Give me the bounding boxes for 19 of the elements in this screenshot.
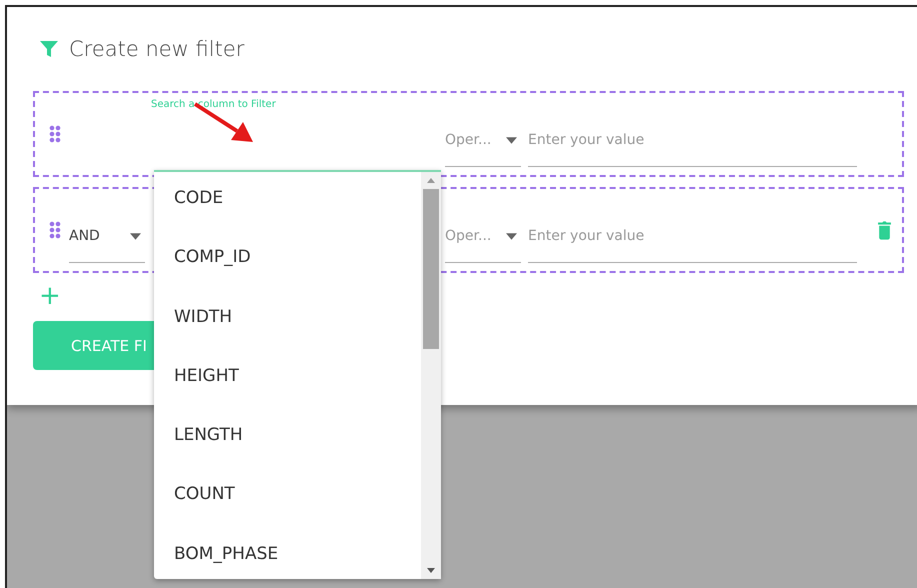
- caret-icon: [506, 137, 517, 144]
- scroll-down-icon[interactable]: [427, 568, 435, 573]
- connector-select[interactable]: AND: [69, 227, 145, 263]
- delete-icon[interactable]: [877, 219, 892, 241]
- filter-icon: [39, 39, 59, 59]
- dropdown-option[interactable]: COUNT: [154, 482, 421, 542]
- drag-handle-icon[interactable]: [49, 221, 61, 239]
- scrollbar[interactable]: [421, 172, 441, 579]
- dropdown-option[interactable]: COMP_ID: [154, 245, 421, 305]
- caret-icon: [506, 233, 517, 240]
- caret-icon: [130, 233, 141, 240]
- dropdown-option[interactable]: CODE: [154, 186, 421, 246]
- scroll-up-icon[interactable]: [427, 178, 435, 183]
- value-field[interactable]: Enter your value: [528, 131, 857, 167]
- drag-handle-icon[interactable]: [49, 125, 61, 143]
- dropdown-option[interactable]: LENGTH: [154, 423, 421, 482]
- dialog-title: Create new filter: [69, 37, 244, 61]
- dropdown-option[interactable]: BOM_PHASE: [154, 542, 421, 588]
- value-field[interactable]: Enter your value: [528, 227, 857, 263]
